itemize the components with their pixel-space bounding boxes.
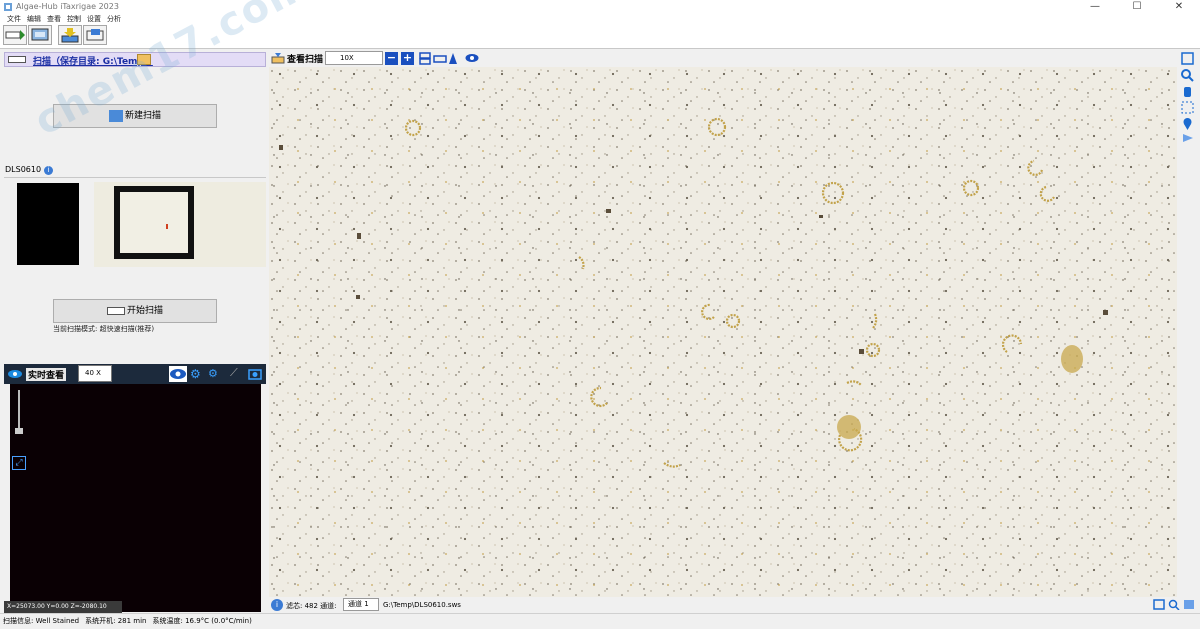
- view-scan-label: 查看扫描: [287, 55, 324, 65]
- stage-icon: [86, 29, 104, 41]
- monitor-icon: [31, 28, 49, 41]
- new-scan-icon: [108, 109, 123, 122]
- menu-control[interactable]: 控制: [67, 14, 81, 24]
- info-icon[interactable]: i: [271, 599, 283, 611]
- menu-bar: 文件 编辑 查看 控制 设置 分析: [0, 14, 1200, 24]
- stage-coordinates: X=25073.00 Y=0.00 Z=-2080.10: [4, 601, 122, 613]
- zoom-select[interactable]: 10X: [325, 51, 383, 65]
- measure-icon[interactable]: ⟋: [230, 366, 238, 380]
- start-scan-icon: [106, 306, 125, 315]
- slide-preview[interactable]: [94, 182, 266, 267]
- eye-icon[interactable]: [7, 368, 23, 380]
- app-icon: [4, 3, 12, 11]
- zoom-fit-icon[interactable]: [1153, 599, 1165, 610]
- zoom-out-button[interactable]: −: [385, 52, 398, 65]
- magnifier-icon[interactable]: [1180, 68, 1195, 83]
- scan-image-canvas[interactable]: [269, 67, 1177, 597]
- measure-angle-icon[interactable]: [448, 52, 458, 65]
- title-bar: Algae-Hub iTaxrigae 2023 — ☐ ✕: [0, 0, 1200, 14]
- bottom-status-bar: 扫描信息: Well Stained 系统开机: 281 min 系统温度: 1…: [0, 613, 1200, 629]
- maximize-button[interactable]: ☐: [1116, 0, 1158, 14]
- minimize-button[interactable]: —: [1074, 0, 1116, 14]
- left-panel: 扫描（保存目录: G:\Temp） 新建扫描 DLS0610 i 开始扫描 当前扫…: [0, 49, 268, 613]
- arrow-icon: [8, 56, 26, 63]
- objective-select[interactable]: 40 X: [78, 365, 112, 382]
- menu-file[interactable]: 文件: [7, 14, 21, 24]
- live-view-title: 实时查看: [26, 368, 67, 381]
- live-camera-view[interactable]: ⤢: [10, 384, 261, 612]
- location-pin-icon[interactable]: [1180, 116, 1195, 131]
- status-info-text: 滤芯: 482 通道:: [286, 602, 337, 610]
- new-scan-label: 新建扫描: [124, 111, 161, 121]
- divider: [4, 177, 266, 178]
- export-icon[interactable]: [1183, 599, 1195, 610]
- scan-save-dir-link[interactable]: 扫描（保存目录: G:\Temp）: [33, 54, 153, 67]
- arrow-icon: [5, 30, 25, 40]
- right-toolbar: [1177, 49, 1200, 597]
- device-tab-label: DLS0610: [5, 165, 42, 174]
- menu-settings[interactable]: 设置: [87, 14, 101, 24]
- camera-settings-icon[interactable]: ⚙: [208, 367, 218, 380]
- monitor-button[interactable]: [28, 25, 52, 45]
- menu-view[interactable]: 查看: [47, 14, 61, 24]
- system-uptime: 系统开机: 281 min: [85, 617, 147, 625]
- image-status-bar: i 滤芯: 482 通道: 通道 1 G:\Temp\DLS0610.sws: [269, 597, 1200, 613]
- ruler-icon[interactable]: [433, 52, 447, 65]
- select-region-icon[interactable]: [1180, 100, 1195, 115]
- zoom-in-button[interactable]: +: [401, 52, 414, 65]
- device-tab[interactable]: DLS0610 i: [5, 163, 54, 177]
- main-view-toolbar: 查看扫描 10X − +: [269, 49, 1177, 67]
- folder-icon[interactable]: [137, 54, 151, 65]
- settings-icon[interactable]: ⚙: [190, 367, 201, 381]
- eye-icon[interactable]: [465, 53, 479, 63]
- toolbar: [0, 24, 1200, 49]
- search-icon[interactable]: [1168, 599, 1180, 610]
- start-scan-button[interactable]: 开始扫描: [53, 299, 217, 323]
- tile-icon[interactable]: [419, 52, 431, 65]
- slide-thumbnail[interactable]: [17, 183, 79, 265]
- system-temperature: 系统温度: 16.9°C (0.0°C/min): [152, 617, 252, 625]
- download-icon: [61, 28, 79, 43]
- scan-arrow-button[interactable]: [3, 25, 27, 45]
- position-marker: [166, 224, 168, 229]
- hand-pan-icon[interactable]: [1180, 84, 1195, 99]
- focus-slider-thumb[interactable]: [15, 428, 23, 434]
- new-scan-button[interactable]: 新建扫描: [53, 104, 217, 128]
- live-eye-icon[interactable]: [169, 366, 187, 382]
- menu-edit[interactable]: 编辑: [27, 14, 41, 24]
- menu-analysis[interactable]: 分析: [107, 14, 121, 24]
- scan-header: 扫描（保存目录: G:\Temp）: [4, 52, 266, 67]
- flag-icon[interactable]: [1180, 132, 1195, 147]
- stage-button[interactable]: [83, 25, 107, 45]
- live-view-toolbar: 实时查看 40 X ⚙ ⚙ ⟋: [4, 364, 266, 384]
- fit-window-icon[interactable]: [1180, 51, 1195, 66]
- camera-icon[interactable]: [248, 368, 262, 380]
- download-scan-button[interactable]: [58, 25, 82, 45]
- fit-screen-icon[interactable]: ⤢: [12, 456, 26, 470]
- stage-icon: [271, 53, 285, 64]
- scan-mode-note: 当前扫描模式: 超快速扫描(推荐): [53, 325, 155, 333]
- close-button[interactable]: ✕: [1158, 0, 1200, 14]
- file-path: G:\Temp\DLS0610.sws: [383, 601, 461, 609]
- window-title: Algae-Hub iTaxrigae 2023: [16, 2, 119, 11]
- channel-select[interactable]: 通道 1: [343, 598, 379, 611]
- scan-info: 扫描信息: Well Stained: [3, 617, 80, 625]
- start-scan-label: 开始扫描: [126, 306, 163, 316]
- info-icon[interactable]: i: [44, 166, 54, 175]
- microscopy-image: [269, 67, 1177, 597]
- focus-slider[interactable]: [18, 390, 20, 430]
- scan-area-frame: [114, 186, 194, 259]
